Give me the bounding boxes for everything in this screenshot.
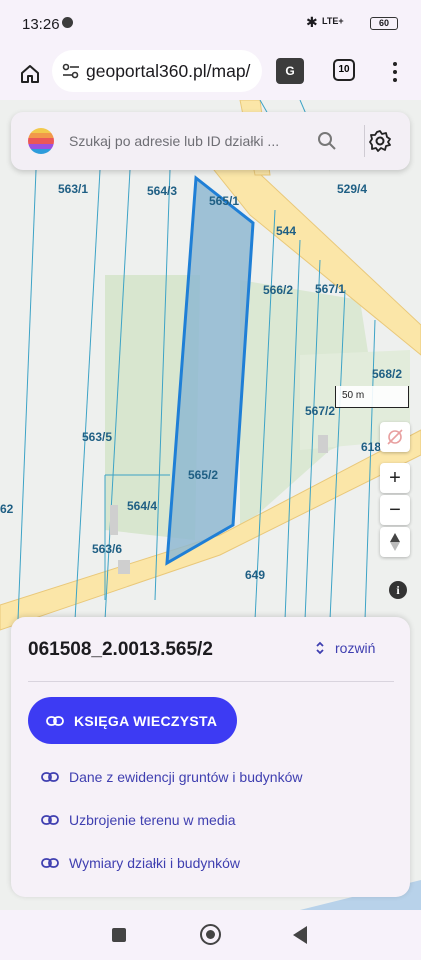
- url-bar[interactable]: geoportal360.pl/map/: [52, 50, 262, 92]
- back-button[interactable]: [293, 926, 307, 944]
- translate-button[interactable]: G: [276, 58, 304, 84]
- link-icon: [41, 815, 59, 825]
- screen: 13:26 ✱ LTE+ 60 geoportal360.pl/map/ G 1…: [0, 0, 421, 960]
- gear-icon[interactable]: [368, 129, 392, 153]
- system-nav-bar: [0, 910, 421, 960]
- overflow-menu-button[interactable]: [386, 60, 404, 84]
- link-icon: [41, 772, 59, 782]
- parcel-label: 563/5: [82, 430, 113, 444]
- land-register-label: KSIĘGA WIECZYSTA: [74, 712, 218, 729]
- parcel-label: 563/6: [92, 542, 123, 556]
- home-button[interactable]: [12, 56, 48, 92]
- building: [318, 435, 328, 453]
- expand-label: rozwiń: [335, 640, 376, 656]
- parcel-sheet: 061508_2.0013.565/2 rozwiń KSIĘGA WIECZY…: [11, 617, 410, 897]
- parcel-label: 566/2: [263, 283, 294, 297]
- link-land-records[interactable]: Dane z ewidencji gruntów i budynków: [41, 769, 302, 785]
- url-text[interactable]: geoportal360.pl/map/: [86, 61, 250, 82]
- bluetooth-icon: ✱: [306, 14, 318, 30]
- link-label: Uzbrojenie terenu w media: [69, 812, 236, 828]
- status-bar: 13:26 ✱ LTE+ 60: [0, 0, 421, 48]
- status-time: 13:26: [22, 16, 60, 33]
- compass-icon: [390, 533, 400, 551]
- parcel-label: 649: [245, 568, 266, 582]
- parcel-label: 618: [361, 440, 382, 454]
- scale-bar: 50 m: [335, 386, 409, 408]
- parcel-label: 563/1: [58, 182, 89, 196]
- link-icon: [46, 715, 64, 726]
- link-dimensions[interactable]: Wymiary działki i budynków: [41, 855, 240, 871]
- search-input[interactable]: Szukaj po adresie lub ID działki ...: [69, 133, 279, 149]
- parcel-label: 565/2: [188, 468, 219, 482]
- browser-toolbar: geoportal360.pl/map/ G 10: [0, 48, 421, 100]
- parcel-label: 567/1: [315, 282, 346, 296]
- parcel-id: 061508_2.0013.565/2: [28, 639, 213, 660]
- info-button[interactable]: i: [389, 581, 407, 599]
- building: [118, 560, 130, 574]
- search-box[interactable]: Szukaj po adresie lub ID działki ...: [11, 112, 410, 170]
- location-button[interactable]: [380, 422, 410, 452]
- parcel-label: 567/2: [305, 404, 336, 418]
- link-utilities[interactable]: Uzbrojenie terenu w media: [41, 812, 236, 828]
- parcel-label: 568/2: [372, 367, 403, 381]
- geoportal-logo: [28, 128, 54, 154]
- unfold-icon: [316, 641, 324, 655]
- parcel-label: 564/3: [147, 184, 178, 198]
- compass-button[interactable]: [380, 527, 410, 557]
- building: [110, 505, 118, 535]
- scale-label: 50 m: [342, 390, 365, 401]
- link-label: Dane z ewidencji gruntów i budynków: [69, 769, 303, 785]
- parcel-label: 529/4: [337, 182, 368, 196]
- home-icon: [21, 65, 39, 83]
- zoom-in-button[interactable]: +: [380, 463, 410, 493]
- home-nav-button[interactable]: [200, 924, 221, 945]
- parcel-label: 62: [0, 502, 14, 516]
- network-label: LTE+: [322, 16, 344, 26]
- search-icon[interactable]: [317, 131, 337, 151]
- recents-button[interactable]: [112, 928, 126, 942]
- notification-icon: [62, 17, 73, 28]
- land-register-button[interactable]: KSIĘGA WIECZYSTA: [28, 697, 237, 744]
- search-divider: [364, 125, 365, 157]
- zoom-out-button[interactable]: −: [380, 495, 410, 525]
- parcel-label: 564/4: [127, 499, 158, 513]
- location-off-icon: [387, 429, 403, 445]
- site-settings-icon[interactable]: [62, 63, 80, 79]
- parcel-label: 565/1: [209, 194, 240, 208]
- tabs-button[interactable]: 10: [333, 59, 355, 81]
- parcel-label: 544: [276, 224, 297, 238]
- sheet-divider: [28, 681, 394, 682]
- battery-icon: 60: [370, 17, 398, 30]
- link-icon: [41, 858, 59, 868]
- link-label: Wymiary działki i budynków: [69, 855, 241, 871]
- expand-button[interactable]: rozwiń: [315, 640, 375, 656]
